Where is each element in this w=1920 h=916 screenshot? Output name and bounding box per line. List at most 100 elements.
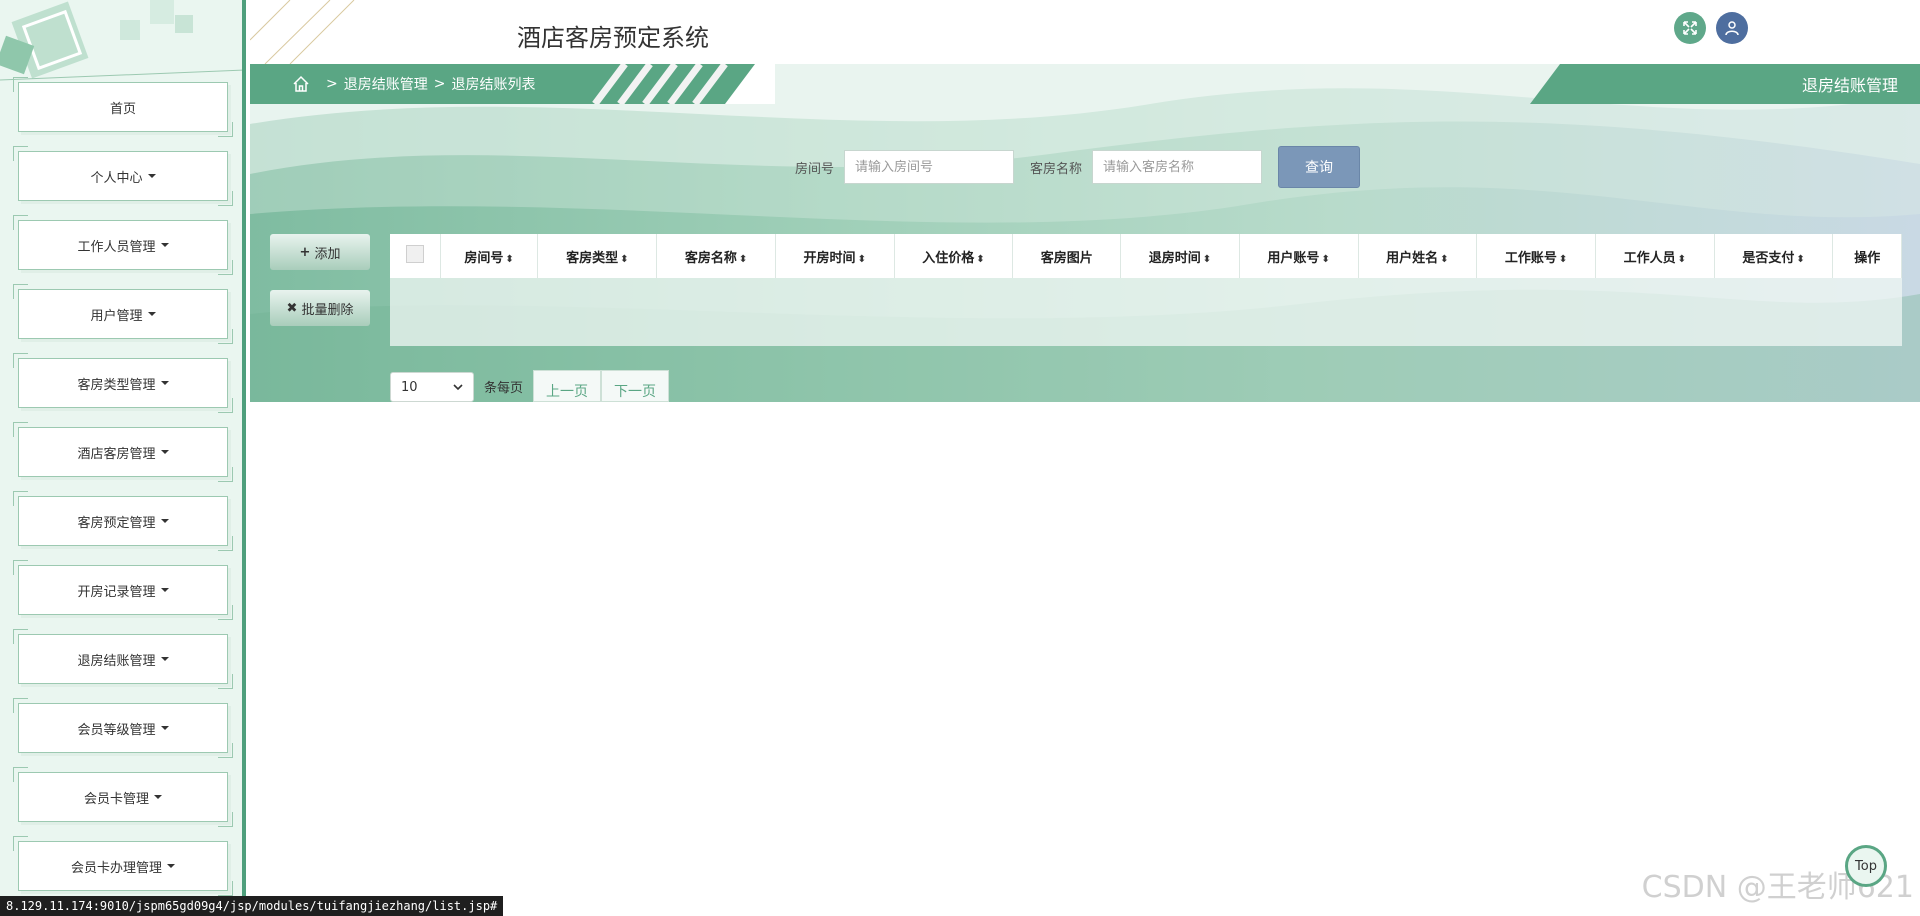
add-button-label: 添加	[314, 246, 341, 262]
sort-icon[interactable]: ⬍	[1440, 254, 1448, 265]
column-header-label: 用户账号	[1267, 250, 1320, 266]
home-icon	[293, 75, 309, 92]
sort-icon[interactable]: ⬍	[505, 254, 513, 265]
breadcrumb-item-1[interactable]: 退房结账管理	[344, 74, 428, 94]
caret-down-icon	[147, 312, 156, 316]
batch-delete-button[interactable]: ✖ 批量删除	[270, 290, 370, 326]
column-header[interactable]: 客房名称 ⬍	[656, 234, 776, 278]
column-header-label: 工作账号	[1504, 250, 1557, 266]
column-header-label: 客房图片	[1040, 250, 1093, 266]
column-header[interactable]: 用户姓名 ⬍	[1358, 234, 1478, 278]
sidebar-item-label: 会员等级管理	[77, 722, 156, 738]
column-header[interactable]: 工作账号 ⬍	[1476, 234, 1596, 278]
sidebar-item[interactable]: 客房预定管理	[13, 491, 233, 551]
batch-delete-label: 批量删除	[301, 302, 354, 318]
column-header[interactable]: 用户账号 ⬍	[1239, 234, 1359, 278]
column-header-label: 工作人员	[1623, 250, 1676, 266]
column-header: 客房图片	[1012, 234, 1122, 278]
sidebar-item-label: 会员卡管理	[83, 791, 149, 807]
plus-icon: +	[299, 244, 311, 260]
sidebar-item-label: 开房记录管理	[77, 584, 156, 600]
per-page-label: 条每页	[484, 380, 524, 396]
sidebar-item[interactable]: 工作人员管理	[13, 215, 233, 275]
caret-down-icon	[167, 864, 175, 868]
caret-down-icon	[160, 243, 169, 247]
column-header[interactable]: 开房时间 ⬍	[775, 234, 895, 278]
sidebar-item[interactable]: 开房记录管理	[13, 560, 233, 620]
sort-icon[interactable]: ⬍	[858, 254, 866, 265]
header-stripes-decoration	[250, 0, 355, 64]
column-header[interactable]: 是否支付 ⬍	[1714, 234, 1834, 278]
query-button[interactable]: 查询	[1278, 146, 1361, 188]
room-name-label: 客房名称	[1030, 161, 1083, 177]
back-to-top-button[interactable]: Top	[1845, 845, 1887, 887]
column-header[interactable]: 入住价格 ⬍	[894, 234, 1014, 278]
room-name-input[interactable]	[1092, 150, 1263, 184]
expand-icon	[1683, 21, 1697, 35]
sort-icon[interactable]: ⬍	[1559, 254, 1567, 265]
sidebar-item[interactable]: 会员卡管理	[13, 767, 233, 827]
user-avatar-button[interactable]	[1716, 12, 1748, 44]
caret-down-icon	[160, 726, 169, 730]
caret-down-icon	[160, 381, 169, 385]
sidebar-item[interactable]: 退房结账管理	[13, 629, 233, 689]
search-form: 房间号 客房名称 查询	[795, 146, 1361, 188]
column-header[interactable]: 房间号 ⬍	[440, 234, 539, 278]
sidebar-item[interactable]: 用户管理	[13, 284, 233, 344]
column-header-label: 客房类型	[566, 250, 619, 266]
sidebar-item[interactable]: 会员等级管理	[13, 698, 233, 758]
column-header[interactable]: 工作人员 ⬍	[1595, 234, 1715, 278]
breadcrumb-item-2: 退房结账列表	[451, 77, 536, 93]
sidebar: 首页个人中心工作人员管理 用户管理客房类型管理 酒店客房管理 客房预定管理 开房记录管理…	[0, 0, 246, 916]
sort-icon[interactable]: ⬍	[620, 254, 628, 265]
column-header-label: 入住价格	[922, 250, 975, 266]
select-all-checkbox[interactable]	[405, 245, 424, 263]
sort-icon[interactable]: ⬍	[976, 254, 984, 265]
sidebar-item-label: 退房结账管理	[77, 653, 156, 669]
column-header[interactable]: 退房时间 ⬍	[1120, 234, 1240, 278]
user-icon	[1725, 21, 1739, 36]
room-number-input[interactable]	[844, 150, 1015, 184]
sidebar-menu: 首页个人中心工作人员管理 用户管理客房类型管理 酒店客房管理 客房预定管理 开房记录管理…	[13, 77, 233, 910]
page-title: 酒店客房预定系统	[517, 24, 709, 52]
chevron-down-icon	[453, 384, 463, 391]
breadcrumb: > 退房结账管理 > 退房结账列表	[250, 64, 775, 104]
sidebar-item-label: 工作人员管理	[77, 239, 156, 255]
caret-down-icon	[160, 519, 169, 523]
breadcrumb-home[interactable]	[292, 75, 310, 93]
select-all-cell	[390, 234, 441, 278]
sidebar-item-label: 酒店客房管理	[77, 446, 156, 462]
data-table: 房间号 ⬍ 客房类型 ⬍ 客房名称 ⬍ 开房时间 ⬍ 入住价格 ⬍ 客房图片 退房时间 ⬍ 用户账号 ⬍ 用户…	[390, 234, 1902, 346]
sort-icon[interactable]: ⬍	[1321, 254, 1329, 265]
caret-down-icon	[160, 588, 169, 592]
sidebar-item[interactable]: 个人中心	[13, 146, 233, 206]
status-bar-url: 8.129.11.174:9010/jspm65gd09g4/jsp/modul…	[0, 896, 504, 916]
sort-icon[interactable]: ⬍	[1678, 254, 1686, 265]
add-button[interactable]: + 添加	[270, 234, 370, 270]
next-page-button[interactable]: 下一页	[601, 370, 670, 402]
column-header[interactable]: 客房类型 ⬍	[537, 234, 658, 278]
page-size-select[interactable]: 10	[390, 372, 474, 402]
sidebar-item[interactable]: 首页	[13, 77, 233, 137]
sidebar-item-label: 会员卡办理管理	[70, 860, 162, 876]
fullscreen-button[interactable]	[1674, 12, 1706, 44]
sort-icon[interactable]: ⬍	[1796, 254, 1804, 265]
sort-icon[interactable]: ⬍	[1203, 254, 1211, 265]
background-waves	[250, 64, 1920, 402]
pagination: 10 条每页 上一页 下一页	[390, 370, 670, 402]
caret-down-icon	[160, 450, 169, 454]
sidebar-item-label: 客房类型管理	[77, 377, 156, 393]
content-panel: > 退房结账管理 > 退房结账列表 退房结账管理 房间号 客房名称 查询 + 添…	[250, 64, 1920, 402]
sort-icon[interactable]: ⬍	[739, 254, 747, 265]
sidebar-item[interactable]: 酒店客房管理	[13, 422, 233, 482]
column-header-label: 房间号	[464, 250, 504, 266]
column-header-label: 操作	[1854, 250, 1881, 266]
prev-page-button[interactable]: 上一页	[533, 370, 602, 402]
caret-down-icon	[160, 657, 169, 661]
top-header: 酒店客房预定系统	[250, 0, 1920, 64]
breadcrumb-stripes-decoration	[592, 64, 775, 104]
sidebar-item[interactable]: 会员卡办理管理	[13, 836, 233, 896]
sidebar-item-label: 客房预定管理	[77, 515, 156, 531]
sidebar-item[interactable]: 客房类型管理	[13, 353, 233, 413]
sidebar-item-label: 用户管理	[90, 308, 143, 324]
